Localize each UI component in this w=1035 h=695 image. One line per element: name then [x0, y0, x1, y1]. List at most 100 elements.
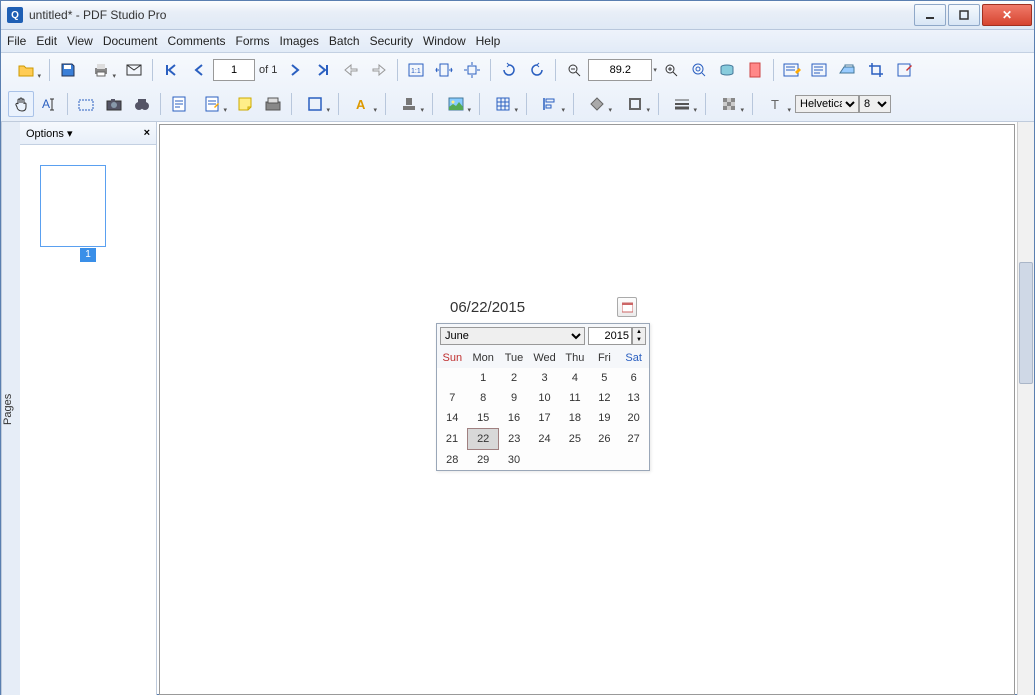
calendar-day[interactable]: 11 [560, 388, 590, 408]
text-tool-button[interactable]: T [758, 91, 794, 117]
redact-button[interactable] [891, 57, 917, 83]
minimize-button[interactable] [914, 4, 946, 26]
stamp-button[interactable] [391, 91, 427, 117]
menu-comments[interactable]: Comments [168, 34, 226, 48]
last-page-button[interactable] [310, 57, 336, 83]
calendar-day[interactable]: 19 [590, 408, 619, 429]
sticky-note-button[interactable] [232, 91, 258, 117]
text-note-button[interactable] [194, 91, 230, 117]
loupe-button[interactable] [686, 57, 712, 83]
prev-view-button[interactable] [338, 57, 364, 83]
options-menu[interactable]: Options ▾ [26, 127, 73, 140]
save-button[interactable] [55, 57, 81, 83]
email-button[interactable] [121, 57, 147, 83]
menu-help[interactable]: Help [476, 34, 501, 48]
first-page-button[interactable] [158, 57, 184, 83]
menu-view[interactable]: View [67, 34, 93, 48]
view-single-button[interactable] [742, 57, 768, 83]
calendar-day[interactable]: 21 [437, 429, 468, 450]
open-button[interactable] [8, 57, 44, 83]
maximize-button[interactable] [948, 4, 980, 26]
close-panel-button[interactable]: × [144, 127, 150, 139]
vertical-scrollbar[interactable] [1017, 122, 1034, 695]
page-input[interactable] [213, 59, 255, 81]
calendar-day[interactable]: 17 [529, 408, 560, 429]
document-page[interactable]: 06/22/2015 June ▲▼ Sun Mon [159, 124, 1015, 695]
menu-images[interactable]: Images [280, 34, 319, 48]
calendar-day[interactable]: 4 [560, 368, 590, 388]
calendar-day[interactable]: 8 [468, 388, 499, 408]
pages-tab[interactable]: Pages [1, 122, 20, 695]
calendar-day[interactable]: 3 [529, 368, 560, 388]
next-page-button[interactable] [282, 57, 308, 83]
fit-width-button[interactable] [431, 57, 457, 83]
rotate-ccw-button[interactable] [496, 57, 522, 83]
image-button[interactable] [438, 91, 474, 117]
text-select-button[interactable]: A [36, 91, 62, 117]
month-select[interactable]: June [440, 327, 585, 345]
prev-page-button[interactable] [186, 57, 212, 83]
text-style-button[interactable]: A [344, 91, 380, 117]
menu-document[interactable]: Document [103, 34, 158, 48]
calendar-day[interactable]: 5 [590, 368, 619, 388]
menu-file[interactable]: File [7, 34, 26, 48]
menu-forms[interactable]: Forms [236, 34, 270, 48]
page-thumbnail[interactable] [40, 165, 106, 247]
scrollbar-thumb[interactable] [1019, 262, 1033, 384]
menu-security[interactable]: Security [370, 34, 413, 48]
rotate-cw-button[interactable] [524, 57, 550, 83]
print-button[interactable] [83, 57, 119, 83]
calendar-day[interactable]: 16 [499, 408, 529, 429]
font-select[interactable]: Helvetica [795, 95, 859, 113]
shape-button[interactable] [297, 91, 333, 117]
typewriter-button[interactable] [260, 91, 286, 117]
calendar-day[interactable]: 6 [619, 368, 649, 388]
scan-button[interactable] [835, 57, 861, 83]
calendar-day[interactable]: 10 [529, 388, 560, 408]
calendar-day[interactable]: 26 [590, 429, 619, 450]
calendar-day[interactable]: 15 [468, 408, 499, 429]
note-button[interactable] [166, 91, 192, 117]
calendar-day[interactable]: 18 [560, 408, 590, 429]
date-field[interactable]: 06/22/2015 [450, 297, 637, 317]
calendar-day[interactable]: 28 [437, 450, 468, 471]
calendar-day[interactable]: 30 [499, 450, 529, 471]
fit-page-button[interactable] [459, 57, 485, 83]
calendar-day[interactable]: 29 [468, 450, 499, 471]
crop-button[interactable] [863, 57, 889, 83]
camera-button[interactable] [101, 91, 127, 117]
calendar-day[interactable]: 13 [619, 388, 649, 408]
transparency-button[interactable] [711, 91, 747, 117]
menu-edit[interactable]: Edit [36, 34, 57, 48]
grid-button[interactable] [485, 91, 521, 117]
menu-window[interactable]: Window [423, 34, 466, 48]
close-button[interactable]: ✕ [982, 4, 1032, 26]
menu-batch[interactable]: Batch [329, 34, 360, 48]
calendar-icon[interactable] [617, 297, 637, 317]
content-edit-button[interactable] [807, 57, 833, 83]
calendar-day[interactable]: 9 [499, 388, 529, 408]
year-input[interactable] [588, 327, 632, 345]
fill-color-button[interactable] [579, 91, 615, 117]
line-color-button[interactable] [617, 91, 653, 117]
calendar-day[interactable]: 24 [529, 429, 560, 450]
hand-tool-button[interactable] [8, 91, 34, 117]
calendar-day[interactable]: 20 [619, 408, 649, 429]
zoom-in-button[interactable] [658, 57, 684, 83]
zoom-input[interactable] [588, 59, 652, 81]
calendar-day[interactable]: 23 [499, 429, 529, 450]
calendar-day[interactable]: 2 [499, 368, 529, 388]
zoom-out-button[interactable] [561, 57, 587, 83]
calendar-day[interactable]: 14 [437, 408, 468, 429]
line-width-button[interactable] [664, 91, 700, 117]
calendar-day[interactable]: 12 [590, 388, 619, 408]
actual-size-button[interactable]: 1:1 [403, 57, 429, 83]
stamp-cylinder-icon[interactable] [714, 57, 740, 83]
zoom-dropdown-icon[interactable]: ▾ [653, 66, 657, 74]
calendar-day[interactable]: 22 [468, 429, 499, 450]
calendar-day[interactable]: 7 [437, 388, 468, 408]
align-button[interactable] [532, 91, 568, 117]
calendar-day[interactable]: 27 [619, 429, 649, 450]
calendar-day[interactable]: 25 [560, 429, 590, 450]
calendar-day[interactable]: 1 [468, 368, 499, 388]
